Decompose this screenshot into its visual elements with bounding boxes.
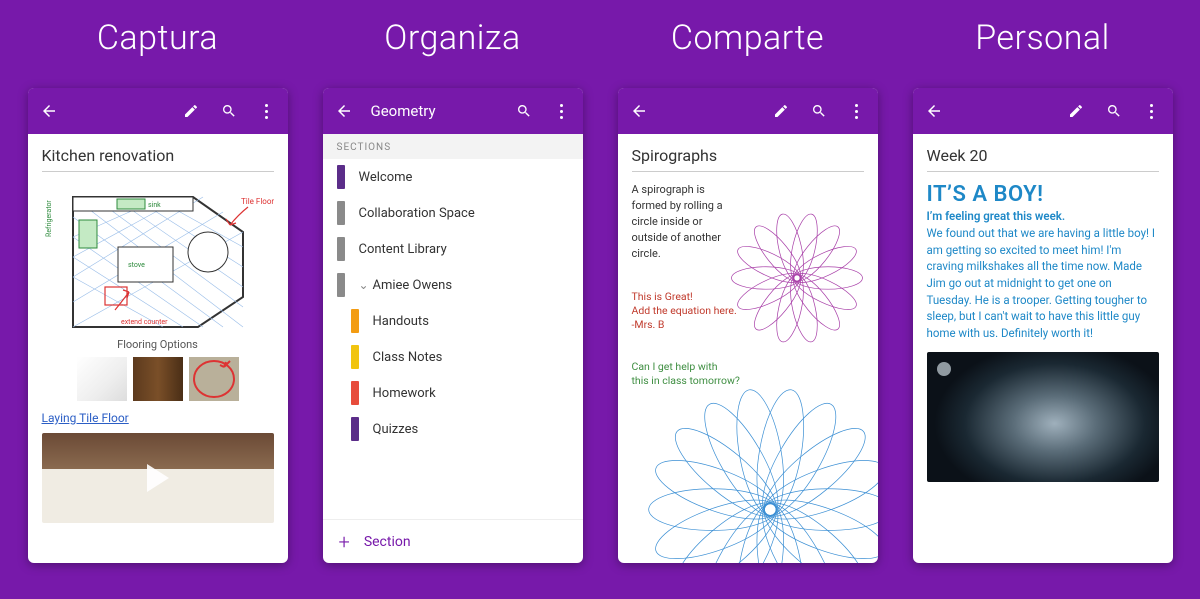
note-title: Week 20 [927, 146, 1159, 172]
teacher-annotation: This is Great! Add the equation here. -M… [632, 290, 864, 333]
student-annotation: Can I get help with this in class tomorr… [632, 360, 864, 388]
section-item-handouts[interactable]: Handouts [323, 303, 583, 339]
more-vert-icon [258, 104, 276, 119]
column-title: Comparte [671, 18, 824, 58]
add-section-button[interactable]: + Section [323, 519, 583, 563]
pen-icon [1068, 103, 1084, 119]
appbar [913, 88, 1173, 134]
search-icon [1106, 103, 1122, 119]
search-icon [811, 103, 827, 119]
flooring-thumb[interactable] [189, 357, 239, 401]
note-subhead: I’m feeling great this week. [927, 209, 1159, 223]
note-body: Week 20 IT’S A BOY! I’m feeling great th… [913, 134, 1173, 563]
column-personal: Personal Week 20 IT’S A BOY! I’m feeling… [903, 0, 1183, 563]
pen-icon [183, 103, 199, 119]
anno-sink: sink [148, 201, 161, 209]
overflow-button[interactable] [846, 100, 868, 122]
column-title: Captura [97, 18, 218, 58]
draw-button[interactable] [180, 100, 202, 122]
section-list: Welcome Collaboration Space Content Libr… [323, 159, 583, 519]
note-headline: IT’S A BOY! [927, 182, 1159, 207]
column-organiza: Organiza Geometry SECTIONS Welcome Colla… [313, 0, 593, 563]
column-comparte: Comparte Spirographs A spirogr [608, 0, 888, 563]
section-label: Homework [373, 386, 436, 401]
anno-refrigerator: Refrigerator [45, 200, 53, 237]
arrow-left-icon [630, 102, 648, 120]
note-paragraph: We found out that we are having a little… [927, 225, 1159, 342]
flooring-thumb[interactable] [77, 357, 127, 401]
back-button[interactable] [38, 100, 60, 122]
chevron-down-icon: ⌄ [359, 278, 369, 292]
anno-extend-counter: extend counter [121, 318, 168, 326]
draw-button[interactable] [770, 100, 792, 122]
pen-icon [773, 103, 789, 119]
section-item-classnotes[interactable]: Class Notes [323, 339, 583, 375]
back-button[interactable] [923, 100, 945, 122]
floorplan-image: Tile Floor extend counter Refrigerator s… [42, 182, 274, 332]
note-title: Spirographs [632, 146, 864, 172]
more-vert-icon [553, 104, 571, 119]
phone-screen-organiza: Geometry SECTIONS Welcome Collaboration … [323, 88, 583, 563]
search-icon [516, 103, 532, 119]
sonogram-image [927, 352, 1159, 482]
phone-screen-captura: Kitchen renovation [28, 88, 288, 563]
column-title: Organiza [384, 18, 520, 58]
appbar [28, 88, 288, 134]
note-body: Spirographs A spirograph is formed by ro… [618, 134, 878, 563]
note-title: Kitchen renovation [42, 146, 274, 172]
section-item-library[interactable]: Content Library [323, 231, 583, 267]
appbar: Geometry [323, 88, 583, 134]
plus-icon: + [339, 530, 350, 554]
search-icon [221, 103, 237, 119]
section-item-amiee[interactable]: ⌄ Amiee Owens [323, 267, 583, 303]
section-label: Amiee Owens [373, 278, 453, 293]
more-vert-icon [848, 104, 866, 119]
phone-screen-personal: Week 20 IT’S A BOY! I’m feeling great th… [913, 88, 1173, 563]
anno-tile-floor: Tile Floor [241, 197, 274, 206]
video-thumbnail[interactable] [42, 433, 274, 523]
appbar-title: Geometry [371, 102, 436, 120]
column-captura: Captura Kitchen renovation [18, 0, 298, 563]
sections-header: SECTIONS [323, 134, 583, 159]
appbar [618, 88, 878, 134]
more-vert-icon [1143, 104, 1161, 119]
section-item-quizzes[interactable]: Quizzes [323, 411, 583, 447]
search-button[interactable] [513, 100, 535, 122]
section-label: Quizzes [373, 422, 419, 437]
section-item-homework[interactable]: Homework [323, 375, 583, 411]
search-button[interactable] [218, 100, 240, 122]
search-button[interactable] [1103, 100, 1125, 122]
arrow-left-icon [335, 102, 353, 120]
note-body: Kitchen renovation [28, 134, 288, 563]
section-label: Class Notes [373, 350, 443, 365]
flooring-label: Flooring Options [42, 338, 274, 351]
draw-button[interactable] [1065, 100, 1087, 122]
flooring-thumb[interactable] [133, 357, 183, 401]
overflow-button[interactable] [1141, 100, 1163, 122]
section-label: Handouts [373, 314, 429, 329]
section-label: Welcome [359, 170, 413, 185]
play-icon [147, 464, 169, 492]
add-section-label: Section [364, 534, 411, 550]
back-button[interactable] [333, 100, 355, 122]
phone-screen-comparte: Spirographs A spirograph is formed by ro… [618, 88, 878, 563]
section-label: Collaboration Space [359, 206, 475, 221]
back-button[interactable] [628, 100, 650, 122]
search-button[interactable] [808, 100, 830, 122]
arrow-left-icon [40, 102, 58, 120]
circle-annotation-icon [189, 357, 239, 401]
section-label: Content Library [359, 242, 447, 257]
arrow-left-icon [925, 102, 943, 120]
overflow-button[interactable] [551, 100, 573, 122]
flooring-thumbnails [42, 357, 274, 401]
section-item-collab[interactable]: Collaboration Space [323, 195, 583, 231]
overflow-button[interactable] [256, 100, 278, 122]
anno-stove: stove [128, 261, 145, 269]
tile-floor-link[interactable]: Laying Tile Floor [42, 411, 274, 425]
section-item-welcome[interactable]: Welcome [323, 159, 583, 195]
column-title: Personal [975, 18, 1110, 58]
note-paragraph: A spirograph is formed by rolling a circ… [632, 182, 737, 262]
